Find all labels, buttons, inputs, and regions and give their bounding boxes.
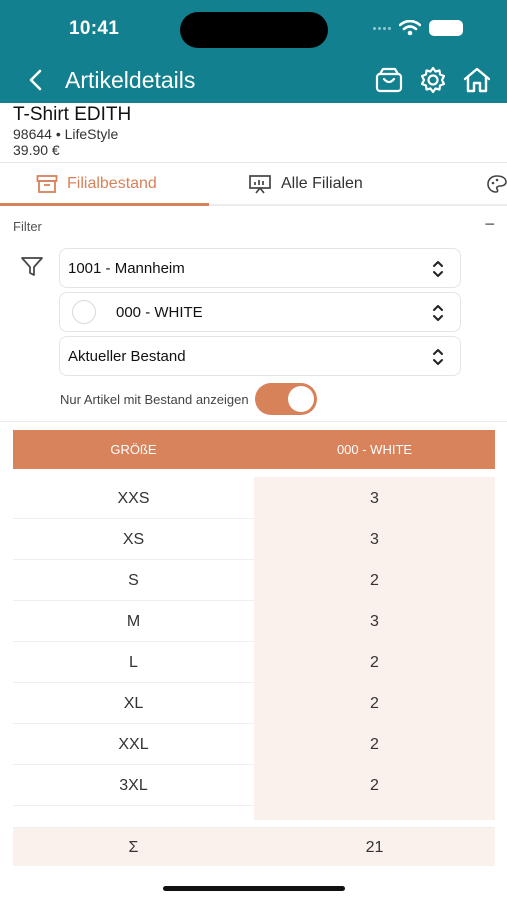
presentation-icon — [249, 175, 271, 194]
qty-cell: 3 — [254, 601, 495, 642]
sum-row: Σ 21 — [13, 827, 495, 866]
page-title: Artikeldetails — [65, 67, 196, 93]
tab-label: Filialbestand — [67, 175, 157, 192]
back-button[interactable] — [22, 64, 48, 96]
size-cell: XXL — [118, 735, 149, 753]
table-row: XXL 2 — [13, 724, 495, 765]
stock-table: XXS 3 XS 3 S 2 M 3 L 2 XL 2 XXL 2 3XL 2 — [13, 477, 495, 820]
basket-button[interactable] — [373, 64, 405, 96]
color-swatch — [72, 300, 96, 324]
divider — [0, 421, 507, 422]
filter-collapse-button[interactable]: − — [484, 214, 495, 235]
status-icons — [373, 20, 463, 36]
home-button[interactable] — [461, 64, 493, 96]
battery-icon — [429, 20, 463, 36]
home-icon — [463, 67, 491, 93]
chevron-updown-icon — [433, 261, 443, 277]
size-cell: L — [129, 653, 138, 671]
active-tab-indicator — [0, 203, 209, 206]
qty-cell: 2 — [254, 724, 495, 765]
size-cell: S — [128, 571, 139, 589]
table-row: M 3 — [13, 601, 495, 642]
qty-cell: 2 — [254, 765, 495, 806]
nav-actions — [373, 64, 493, 96]
table-row: XS 3 — [13, 519, 495, 560]
sum-value: 21 — [365, 838, 384, 856]
dynamic-island — [180, 12, 328, 48]
product-subtitle: 98644 • LifeStyle — [13, 126, 119, 142]
size-cell: XL — [123, 694, 144, 712]
settings-button[interactable] — [417, 64, 449, 96]
color-select-value: 000 - WHITE — [116, 303, 203, 321]
chevron-updown-icon — [433, 349, 443, 365]
chevron-updown-icon — [433, 305, 443, 321]
table-spacer — [13, 806, 495, 820]
tab-label: Alle Filialen — [281, 175, 363, 192]
qty-cell: 2 — [254, 642, 495, 683]
toggle-knob — [287, 386, 314, 412]
product-info: T-Shirt EDITH 98644 • LifeStyle 39.90 € — [13, 104, 131, 159]
size-cell: XXS — [117, 489, 150, 507]
table-row: XL 2 — [13, 683, 495, 724]
qty-cell: 2 — [254, 560, 495, 601]
table-row: XXS 3 — [13, 478, 495, 519]
filter-icon — [21, 257, 43, 276]
tab-filialbestand[interactable]: Filialbestand — [36, 163, 157, 205]
app-header: 10:41 Artikeldetails — [0, 0, 507, 103]
wifi-icon — [399, 20, 421, 36]
product-name: T-Shirt EDITH — [13, 104, 132, 125]
store-select[interactable]: 1001 - Mannheim — [59, 248, 461, 288]
status-time: 10:41 — [69, 18, 120, 39]
stock-only-toggle-row: Nur Artikel mit Bestand anzeigen — [60, 383, 317, 415]
qty-cell: 2 — [254, 683, 495, 724]
size-cell: M — [126, 612, 141, 630]
store-select-value: 1001 - Mannheim — [68, 259, 185, 277]
filter-label: Filter — [13, 219, 42, 234]
table-row: S 2 — [13, 560, 495, 601]
tab-alle-filialen[interactable]: Alle Filialen — [248, 163, 363, 205]
tab-colors[interactable] — [486, 163, 507, 205]
basket-icon — [375, 67, 403, 93]
stock-type-select-value: Aktueller Bestand — [68, 347, 186, 365]
stock-only-toggle[interactable] — [254, 383, 317, 415]
color-select[interactable]: 000 - WHITE — [59, 292, 461, 332]
toggle-label: Nur Artikel mit Bestand anzeigen — [60, 391, 249, 407]
table-header: GRÖßE 000 - WHITE — [13, 430, 495, 469]
product-price: 39.90 € — [13, 142, 60, 158]
tab-bar: Filialbestand Alle Filialen — [0, 162, 507, 206]
cellular-icon — [373, 26, 391, 30]
column-header-size: GRÖßE — [110, 442, 157, 457]
qty-cell: 3 — [254, 478, 495, 519]
qty-cell: 3 — [254, 519, 495, 560]
gear-icon — [420, 66, 446, 94]
back-icon — [29, 69, 42, 91]
palette-icon — [487, 175, 507, 193]
home-indicator — [163, 886, 345, 891]
table-row: L 2 — [13, 642, 495, 683]
table-row: 3XL 2 — [13, 765, 495, 806]
size-cell: XS — [122, 530, 145, 548]
sum-label: Σ — [128, 838, 139, 856]
box-icon — [36, 175, 58, 193]
size-cell: 3XL — [119, 776, 148, 794]
column-header-color: 000 - WHITE — [336, 442, 413, 457]
stock-type-select[interactable]: Aktueller Bestand — [59, 336, 461, 376]
